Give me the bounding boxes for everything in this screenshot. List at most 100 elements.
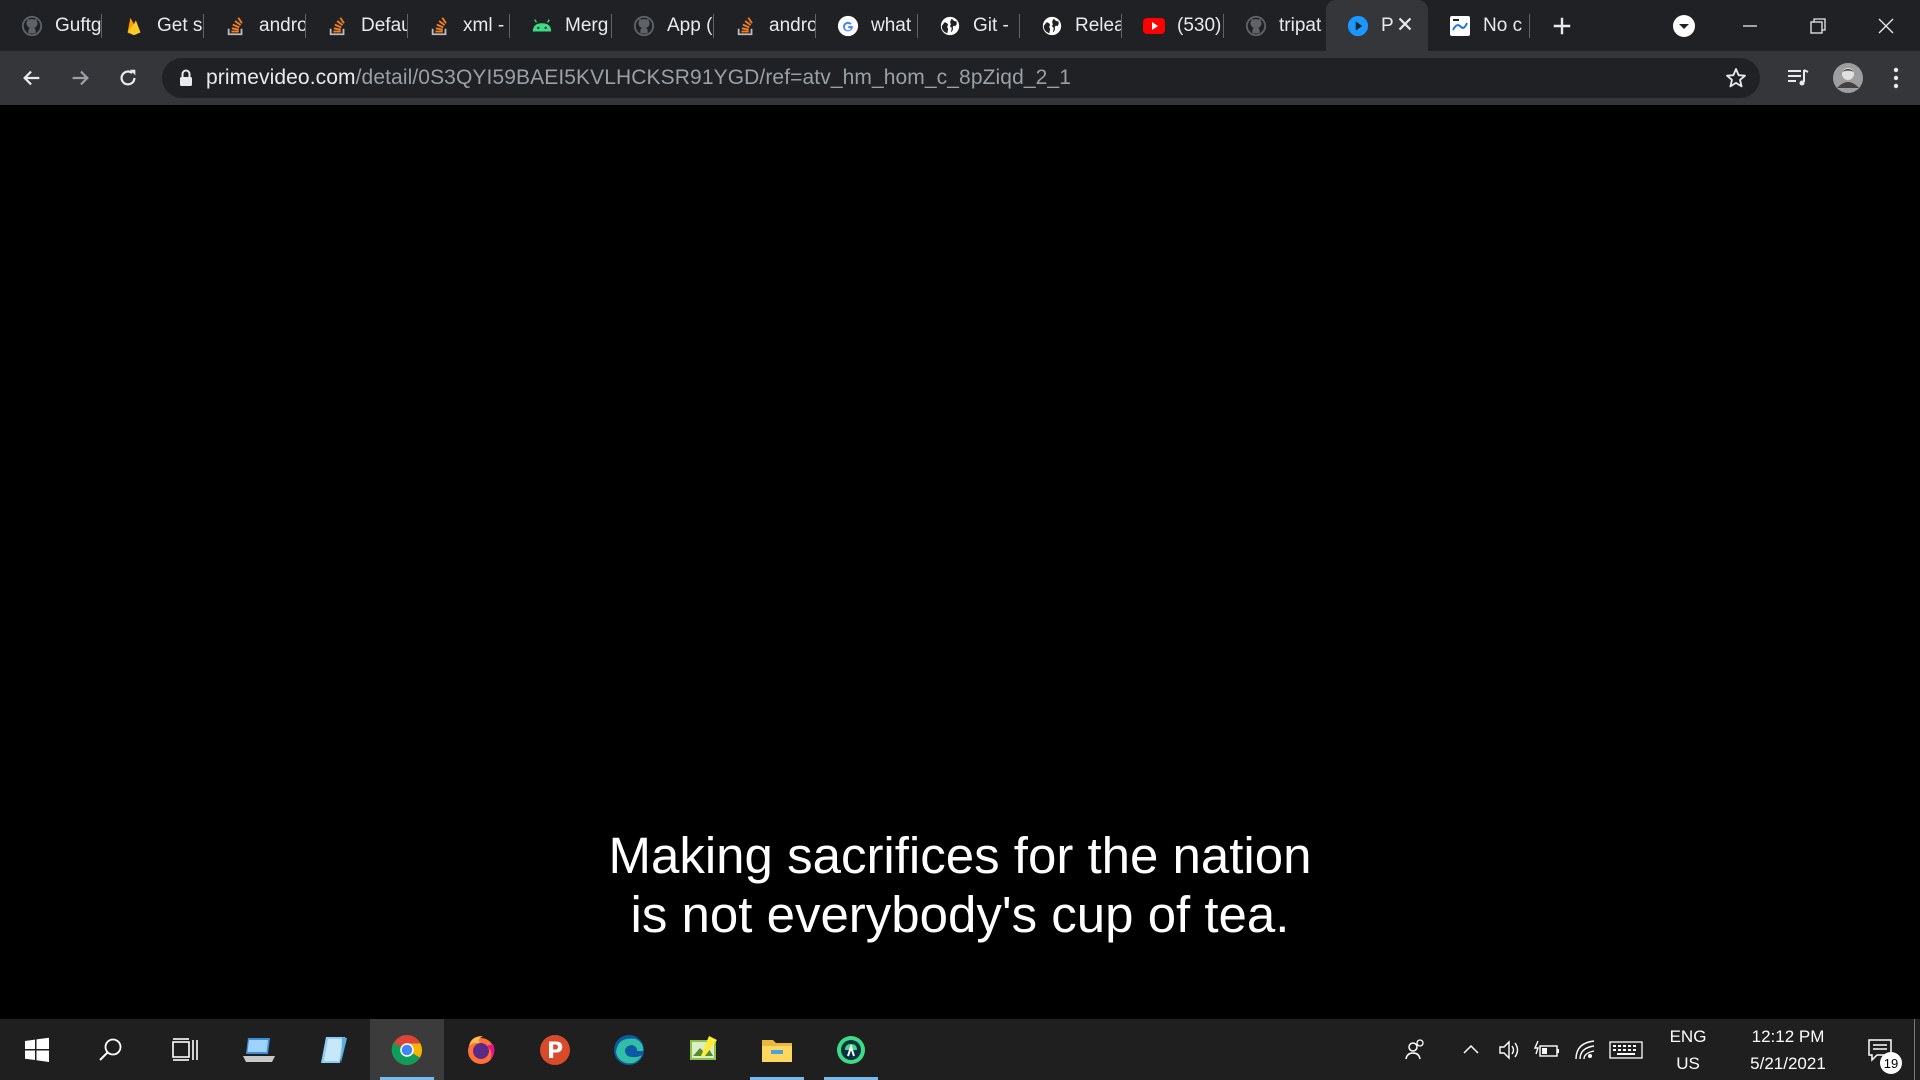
show-desktop-button[interactable] (1912, 1019, 1920, 1080)
tab-title: andro (769, 14, 816, 36)
task-view-icon (172, 1037, 198, 1061)
kebab-menu-icon (1893, 67, 1899, 89)
input-language-indicator[interactable]: ENG US (1658, 1023, 1718, 1077)
language-code: ENG (1669, 1026, 1707, 1046)
minimize-button[interactable] (1716, 0, 1784, 51)
edge-icon (614, 1034, 644, 1065)
address-bar[interactable]: primevideo.com/detail/0S3QYI59BAEI5KVLHC… (162, 58, 1760, 98)
tab-1[interactable]: Get s (102, 0, 204, 51)
clock[interactable]: 12:12 PM 5/21/2021 (1728, 1023, 1848, 1077)
tab-11[interactable]: (530) (1122, 0, 1224, 51)
bookmark-star-icon[interactable] (1724, 66, 1748, 95)
globe-icon (1040, 14, 1064, 38)
android-studio-icon (837, 1035, 865, 1064)
taskbar-app-file-explorer[interactable] (740, 1019, 814, 1080)
tab-title: App ( (667, 14, 713, 36)
taskbar-app-image-editor[interactable] (666, 1019, 740, 1080)
windows-taskbar: P ENG US 12:12 PM 5/21/2021 19 (0, 1019, 1920, 1080)
profile-avatar-button[interactable] (1824, 54, 1872, 102)
github-icon (20, 14, 44, 38)
tab-6[interactable]: App ( (612, 0, 714, 51)
action-center-button[interactable]: 19 (1848, 1019, 1912, 1080)
firebase-icon (122, 14, 146, 38)
tab-14[interactable]: No c (1428, 0, 1530, 51)
tab-12[interactable]: tripat (1224, 0, 1326, 51)
search-icon (99, 1038, 122, 1061)
tab-title: Get s (157, 14, 203, 36)
tab-7[interactable]: andro (714, 0, 816, 51)
tab-5[interactable]: Merg (510, 0, 612, 51)
tab-8[interactable]: what (816, 0, 918, 51)
subtitle-line-2: is not everybody's cup of tea. (630, 886, 1290, 943)
tab-4[interactable]: xml - (408, 0, 510, 51)
taskbar-search-button[interactable] (74, 1019, 148, 1080)
arrow-right-icon (72, 70, 89, 86)
plus-icon (1553, 17, 1571, 34)
battery-charging-icon (1534, 1040, 1559, 1057)
tabstrip-spacer (1594, 0, 1652, 51)
tab-title: xml - (463, 14, 505, 36)
stackoverflow-icon (224, 14, 248, 38)
touch-keyboard-button[interactable] (1604, 1040, 1648, 1060)
tab-title: Git - (973, 14, 1009, 36)
tab-search-button[interactable] (1652, 0, 1716, 51)
lock-icon[interactable] (166, 69, 206, 87)
show-hidden-icons-button[interactable] (1452, 1040, 1490, 1060)
tab-title: No c (1483, 14, 1523, 36)
new-tab-button[interactable] (1530, 0, 1594, 51)
wifi-icon (1575, 1039, 1595, 1059)
network-button[interactable] (1566, 1038, 1604, 1062)
taskbar-app-laptop[interactable] (222, 1019, 296, 1080)
page-icon (1448, 14, 1472, 38)
tab-9[interactable]: Git - (918, 0, 1020, 51)
browser-menu-button[interactable] (1872, 54, 1920, 102)
people-icon (1405, 1038, 1424, 1059)
tab-title: Defau (361, 14, 408, 36)
windows-start-icon (25, 1037, 49, 1062)
close-icon (1878, 18, 1894, 33)
laptop-icon (243, 1037, 275, 1062)
playlist-music-icon (1788, 69, 1809, 86)
tab-0[interactable]: Guftg (0, 0, 102, 51)
minimize-icon (1743, 24, 1757, 27)
tab-3[interactable]: Defau (306, 0, 408, 51)
taskbar-app-chrome[interactable] (370, 1019, 444, 1080)
taskbar-app-android-studio[interactable] (814, 1019, 888, 1080)
url-host: primevideo.com (206, 66, 356, 89)
taskbar-app-postman[interactable]: P (518, 1019, 592, 1080)
people-button[interactable] (1396, 1038, 1434, 1062)
start-button[interactable] (0, 1019, 74, 1080)
youtube-icon (1142, 14, 1166, 38)
media-controls-button[interactable] (1774, 54, 1822, 102)
close-window-button[interactable] (1852, 0, 1920, 51)
tab-title: andro (259, 14, 306, 36)
tab-title: Guftg (55, 14, 102, 36)
taskbar-app-edge[interactable] (592, 1019, 666, 1080)
back-button[interactable] (8, 54, 56, 102)
reload-button[interactable] (104, 54, 152, 102)
restore-button[interactable] (1784, 0, 1852, 51)
url-text[interactable]: primevideo.com/detail/0S3QYI59BAEI5KVLHC… (206, 66, 1071, 90)
close-tab-icon[interactable] (1394, 13, 1416, 35)
tab-10[interactable]: Relea (1020, 0, 1122, 51)
github-icon (1244, 14, 1268, 38)
url-path: /detail/0S3QYI59BAEI5KVLHCKSR91YGD/ref=a… (355, 66, 1071, 89)
battery-button[interactable] (1528, 1039, 1566, 1061)
show-desktop-divider (1914, 1019, 1920, 1080)
task-view-button[interactable] (148, 1019, 222, 1080)
volume-button[interactable] (1490, 1038, 1528, 1062)
subtitle-line-1: Making sacrifices for the nation (608, 827, 1312, 884)
taskbar-app-firefox[interactable] (444, 1019, 518, 1080)
android-icon (530, 14, 554, 38)
video-player[interactable]: Making sacrifices for the nation is not … (0, 105, 1920, 1019)
tab-2[interactable]: andro (204, 0, 306, 51)
svg-text:P: P (547, 1039, 563, 1064)
tab-strip: Guftg Get s andro Defau xml - Merg App (… (0, 0, 1920, 51)
forward-button[interactable] (56, 54, 104, 102)
stackoverflow-icon (326, 14, 350, 38)
browser-toolbar: primevideo.com/detail/0S3QYI59BAEI5KVLHC… (0, 51, 1920, 105)
taskbar-app-notepad[interactable] (296, 1019, 370, 1080)
tab-13-active[interactable]: P (1326, 0, 1428, 51)
postman-icon: P (540, 1034, 570, 1065)
clock-time: 12:12 PM (1751, 1026, 1825, 1046)
